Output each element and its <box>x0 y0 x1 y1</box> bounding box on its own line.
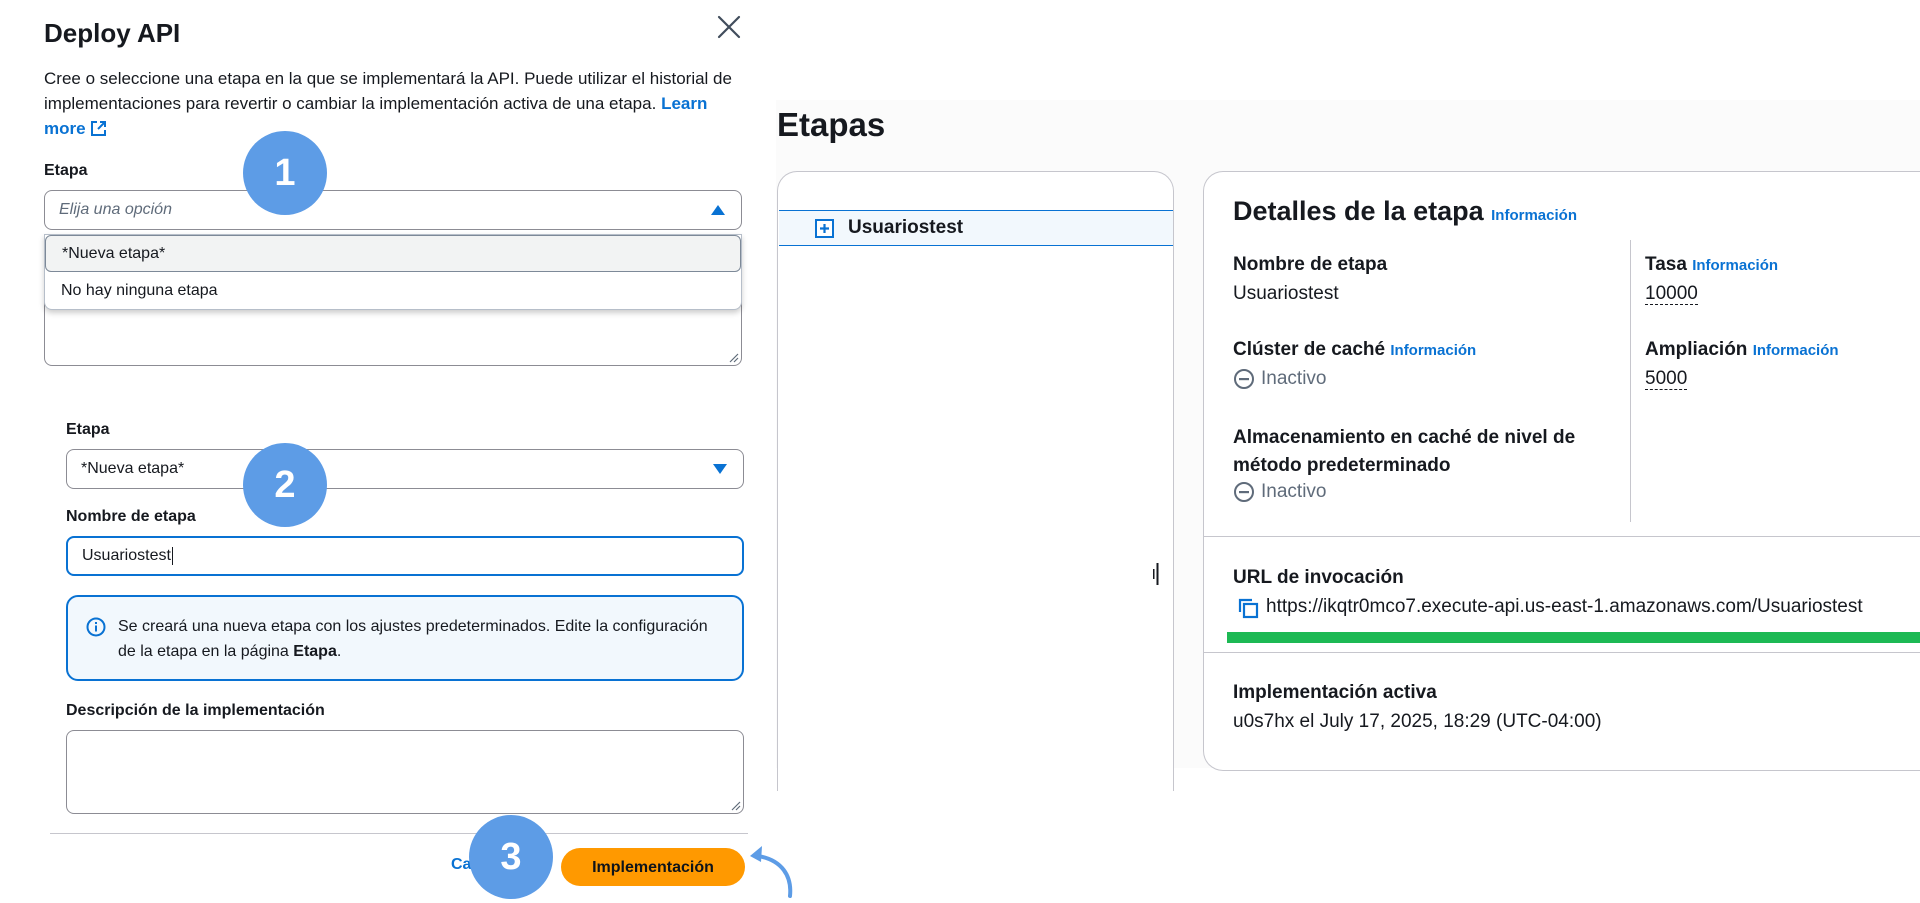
footer-divider <box>50 833 748 834</box>
deploy-api-modal: Deploy API Cree o seleccione una etapa e… <box>0 0 760 903</box>
copy-icon[interactable] <box>1237 597 1259 619</box>
rate-info-link[interactable]: Información <box>1692 257 1778 274</box>
burst-info-link[interactable]: Información <box>1753 342 1839 359</box>
details-title: Detalles de la etapa Información <box>1233 196 1577 226</box>
burst-value: 5000 <box>1645 368 1688 390</box>
stage-name-label: Nombre de etapa <box>66 508 196 525</box>
info-alert: Se creará una nueva etapa con los ajuste… <box>66 595 744 681</box>
stage-label: Etapa <box>44 162 88 179</box>
rate-label: Tasa Información <box>1645 254 1779 275</box>
external-link-icon <box>90 121 106 136</box>
stage-select-placeholder: Elija una opción <box>59 201 172 218</box>
inactive-status-icon <box>1234 482 1254 502</box>
page-title: Etapas <box>777 106 886 143</box>
invoke-url-label: URL de invocación <box>1233 567 1404 588</box>
dropdown-option-new-stage[interactable]: *Nueva etapa* <box>45 235 741 272</box>
stage-name-detail-label: Nombre de etapa <box>1233 254 1388 275</box>
stage-dropdown-menu: *Nueva etapa* No hay ninguna etapa <box>44 234 742 310</box>
method-cache-label: Almacenamiento en caché de nivel de méto… <box>1233 427 1576 476</box>
panel-resize-handle[interactable] <box>1153 563 1159 585</box>
resize-handle-icon <box>729 353 739 363</box>
tree-item-label: Usuariostest <box>848 217 964 238</box>
cache-cluster-info-link[interactable]: Información <box>1390 342 1476 359</box>
cache-cluster-status: Inactivo <box>1233 368 1326 390</box>
curved-arrow-icon <box>750 846 793 898</box>
caret-down-icon <box>713 464 727 474</box>
step-badge-3: 3 <box>469 815 553 899</box>
caret-up-icon <box>711 205 725 215</box>
stage-select[interactable]: *Nueva etapa* <box>66 449 744 489</box>
stage-name-value: Usuariostest <box>82 547 171 564</box>
burst-label: Ampliación Información <box>1645 339 1839 360</box>
step-badge-1: 1 <box>243 131 327 215</box>
deploy-button[interactable]: Implementación <box>561 848 745 886</box>
details-divider-1 <box>1204 536 1920 537</box>
deployment-description-textarea[interactable] <box>66 730 744 814</box>
stages-tree-panel <box>777 171 1174 791</box>
cache-cluster-label: Clúster de caché Información <box>1233 339 1477 360</box>
details-column-divider <box>1630 240 1631 522</box>
tree-item-usuariostest[interactable]: Usuariostest <box>779 210 1173 246</box>
resize-handle-icon <box>731 801 741 811</box>
stage-label-2: Etapa <box>66 421 110 438</box>
modal-description: Cree o seleccione una etapa en la que se… <box>44 69 732 138</box>
stage-select-open[interactable]: Elija una opción <box>44 190 742 230</box>
info-icon <box>86 617 106 637</box>
inactive-status-icon <box>1234 369 1254 389</box>
expand-icon[interactable] <box>815 219 834 238</box>
text-cursor <box>171 547 173 565</box>
active-deployment-value: u0s7hx el July 17, 2025, 18:29 (UTC-04:0… <box>1233 711 1602 732</box>
modal-title: Deploy API <box>44 18 181 48</box>
active-deployment-label: Implementación activa <box>1233 682 1437 703</box>
rate-value: 10000 <box>1645 283 1698 305</box>
details-info-link[interactable]: Información <box>1491 207 1577 224</box>
stage-name-input[interactable]: Usuariostest <box>66 536 744 576</box>
step-badge-2: 2 <box>243 443 327 527</box>
invoke-url-value[interactable]: https://ikqtr0mco7.execute-api.us-east-1… <box>1266 596 1863 618</box>
details-divider-2 <box>1204 652 1920 653</box>
dropdown-option-no-stage[interactable]: No hay ninguna etapa <box>45 272 741 309</box>
method-cache-status: Inactivo <box>1233 481 1326 503</box>
deployment-description-label: Descripción de la implementación <box>66 702 325 719</box>
alert-text: Se creará una nueva etapa con los ajuste… <box>118 618 708 660</box>
stage-select-value: *Nueva etapa* <box>81 460 185 477</box>
close-icon[interactable] <box>714 12 744 42</box>
stage-name-detail-value: Usuariostest <box>1233 283 1339 304</box>
highlight-bar <box>1227 632 1920 643</box>
